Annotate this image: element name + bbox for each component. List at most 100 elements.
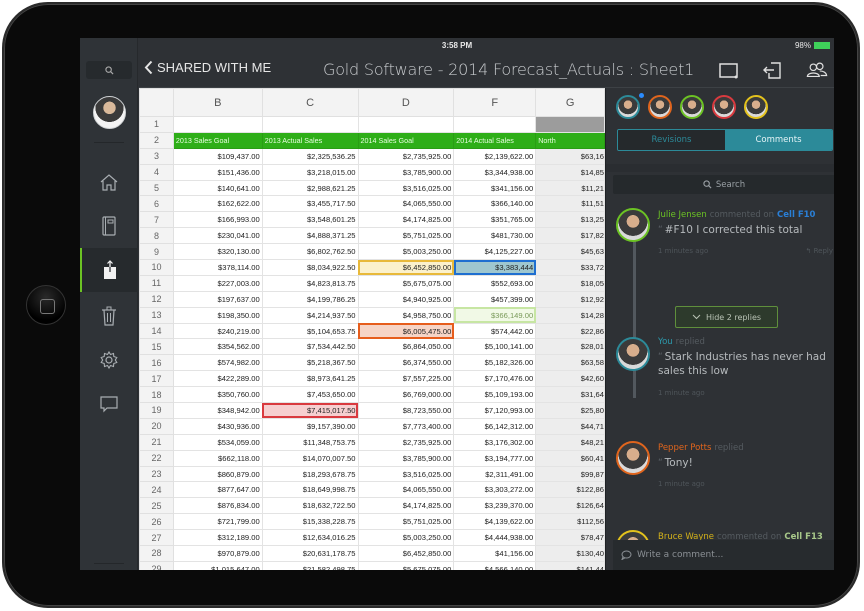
cell-f6[interactable]: $366,140.00 [453,195,537,213]
cell-d24[interactable]: $4,065,550.00 [357,481,455,499]
cell-d1[interactable] [357,116,455,133]
cell-g15[interactable]: $28,01 [535,338,605,356]
cell-d19[interactable]: $8,723,550.00 [357,402,455,419]
cell-b16[interactable]: $574,982.00 [172,354,263,372]
collaborators-button[interactable] [806,60,828,80]
sidebar-item-messages[interactable] [80,382,138,426]
cell-g18[interactable]: $31,64 [535,386,605,404]
cell-f24[interactable]: $3,303,272.00 [453,481,537,499]
cell-g17[interactable]: $42,60 [535,370,605,388]
cell-c11[interactable]: $4,823,813.75 [261,274,359,292]
select-all-corner[interactable] [139,88,174,117]
cell-b9[interactable]: $320,130.00 [172,243,263,261]
row-number[interactable]: 25 [139,497,174,515]
cell-g1[interactable] [535,116,605,133]
cell-g14[interactable]: $22,86 [535,322,605,340]
row-number[interactable]: 18 [139,386,174,404]
cell-c14[interactable]: $5,104,653.75 [261,322,359,340]
comment-author[interactable]: Julie Jensen [658,210,707,220]
cell-c5[interactable]: $2,988,621.25 [261,179,359,197]
cell-g11[interactable]: $18,05 [535,274,605,292]
cell-f9[interactable]: $4,125,227.00 [453,243,537,261]
cell-f14[interactable]: $574,442.00 [453,322,537,340]
cell-b14[interactable]: $240,219.00 [172,322,263,340]
cell-c10[interactable]: $8,034,922.50 [261,259,359,276]
cell-f2[interactable]: 2014 Actual Sales [453,131,537,149]
cell-f26[interactable]: $4,139,622.00 [453,513,537,531]
back-button[interactable]: SHARED WITH ME [144,60,271,75]
tab-revisions[interactable]: Revisions [618,130,725,150]
cell-f19[interactable]: $7,120,993.00 [453,402,537,419]
cell-c21[interactable]: $11,348,753.75 [261,433,359,451]
cell-d26[interactable]: $5,751,025.00 [357,513,455,531]
row-number[interactable]: 20 [139,417,174,435]
cell-b10[interactable]: $378,114.00 [172,259,263,276]
cell-g20[interactable]: $44,71 [535,417,605,435]
cell-d25[interactable]: $4,174,825.00 [357,497,455,515]
cell-d18[interactable]: $6,769,000.00 [357,386,455,404]
comment-avatar[interactable] [616,441,650,475]
row-number[interactable]: 29 [139,560,174,570]
cell-d8[interactable]: $5,751,025.00 [357,227,455,245]
cell-g5[interactable]: $11,21 [535,179,605,197]
cell-f21[interactable]: $3,176,302.00 [453,433,537,451]
cell-f20[interactable]: $6,142,312.00 [453,417,537,435]
sidebar-item-settings[interactable] [80,338,138,382]
cell-d9[interactable]: $5,003,250.00 [357,243,455,261]
cell-d5[interactable]: $3,516,025.00 [357,179,455,197]
row-number[interactable]: 12 [139,290,174,308]
cell-c2[interactable]: 2013 Actual Sales [261,131,359,149]
row-number[interactable]: 8 [139,227,174,245]
cell-c26[interactable]: $15,338,228.75 [261,513,359,531]
cell-d28[interactable]: $6,452,850.00 [357,545,455,562]
cell-f22[interactable]: $3,194,777.00 [453,449,537,467]
comment-search-input[interactable]: Search [613,175,834,194]
cell-c28[interactable]: $20,631,178.75 [261,545,359,562]
cell-d27[interactable]: $5,003,250.00 [357,529,455,547]
sidebar-search-button[interactable] [86,61,132,79]
sidebar-item-trash[interactable] [80,294,138,338]
cell-f18[interactable]: $5,109,193.00 [453,386,537,404]
cell-g4[interactable]: $14,85 [535,163,605,181]
reply-button[interactable]: ↰ Reply [806,247,834,255]
cell-d23[interactable]: $3,516,025.00 [357,465,455,483]
cell-c15[interactable]: $7,534,442.50 [261,338,359,356]
row-number[interactable]: 19 [139,402,174,419]
cell-f10[interactable]: $3,383,444 [453,259,537,276]
cell-b28[interactable]: $970,879.00 [172,545,263,562]
row-number[interactable]: 13 [139,306,174,324]
cell-g27[interactable]: $78,47 [535,529,605,547]
cell-d2[interactable]: 2014 Sales Goal [357,131,455,149]
cell-f4[interactable]: $3,344,938.00 [453,163,537,181]
cell-g29[interactable]: $141,44 [535,560,605,570]
cell-c1[interactable] [261,116,359,133]
column-header[interactable]: B [172,88,263,117]
cell-c6[interactable]: $3,455,717.50 [261,195,359,213]
cell-b23[interactable]: $860,879.00 [172,465,263,483]
row-number[interactable]: 15 [139,338,174,356]
row-number[interactable]: 2 [139,131,174,149]
comment-avatar[interactable] [616,337,650,371]
cell-f25[interactable]: $3,239,370.00 [453,497,537,515]
row-number[interactable]: 23 [139,465,174,483]
row-number[interactable]: 1 [139,116,174,133]
cell-f16[interactable]: $5,182,326.00 [453,354,537,372]
cell-d17[interactable]: $7,557,225.00 [357,370,455,388]
cell-g26[interactable]: $112,56 [535,513,605,531]
row-number[interactable]: 7 [139,211,174,229]
comment-avatar[interactable] [616,208,650,242]
collaborator-avatar[interactable] [648,95,672,119]
row-number[interactable]: 4 [139,163,174,181]
cell-f13[interactable]: $366,149.00 [453,306,537,324]
cell-d12[interactable]: $4,940,925.00 [357,290,455,308]
cell-c25[interactable]: $18,632,722.50 [261,497,359,515]
cell-c16[interactable]: $5,218,367.50 [261,354,359,372]
cell-b22[interactable]: $662,118.00 [172,449,263,467]
tab-comments[interactable]: Comments [725,130,832,150]
column-header[interactable]: F [453,88,537,117]
row-number[interactable]: 28 [139,545,174,562]
cell-g25[interactable]: $126,64 [535,497,605,515]
cell-b26[interactable]: $721,799.00 [172,513,263,531]
cell-c7[interactable]: $3,548,601.25 [261,211,359,229]
column-header[interactable]: D [357,88,455,117]
